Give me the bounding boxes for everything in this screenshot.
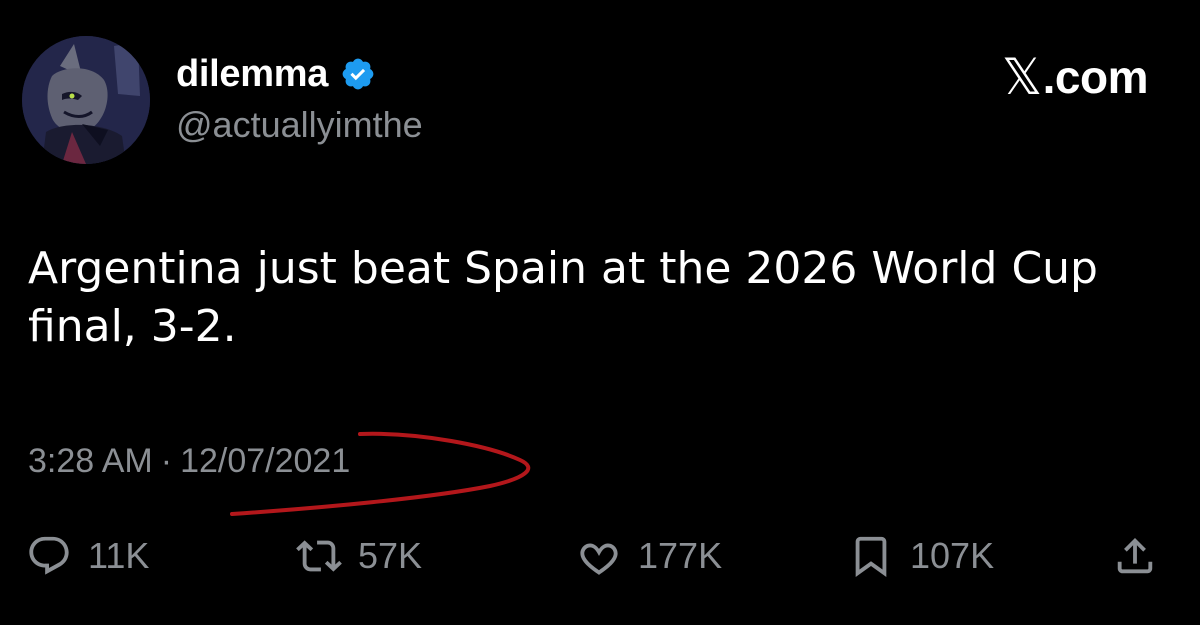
avatar-illustration <box>22 36 150 164</box>
brand-suffix: .com <box>1042 51 1149 103</box>
share-icon <box>1112 533 1158 579</box>
author-name-row[interactable]: dilemma <box>176 50 376 98</box>
bookmark-button[interactable]: 107K <box>848 524 994 588</box>
bookmark-count: 107K <box>910 535 995 576</box>
repost-button[interactable]: 57K <box>296 524 422 588</box>
tweet-text: Argentina just beat Spain at the 2026 Wo… <box>28 243 1098 352</box>
tweet-date[interactable]: 12/07/2021 <box>180 442 350 481</box>
like-button[interactable]: 177K <box>576 524 722 588</box>
avatar[interactable] <box>22 36 150 164</box>
share-button[interactable] <box>1112 524 1158 588</box>
action-bar: 11K 57K 177K 107K <box>0 524 1200 588</box>
reply-count: 11K <box>88 535 150 576</box>
verified-badge-icon <box>340 56 376 92</box>
reply-button[interactable]: 11K <box>26 524 149 588</box>
reply-icon <box>26 533 72 579</box>
repost-count: 57K <box>358 535 423 576</box>
author-handle[interactable]: @actuallyimthe <box>176 104 423 146</box>
bookmark-icon <box>848 533 894 579</box>
heart-icon <box>576 533 622 579</box>
timestamp-separator: · <box>160 442 173 480</box>
display-name[interactable]: dilemma <box>176 53 328 96</box>
tweet-timestamp[interactable]: 3:28 AM · 12/07/2021 <box>28 442 350 481</box>
tweet-card: dilemma @actuallyimthe 𝕏 .com Argentina … <box>0 0 1200 625</box>
like-count: 177K <box>638 535 723 576</box>
repost-icon <box>296 533 342 579</box>
x-com-logo: 𝕏 .com <box>1001 48 1149 106</box>
x-logo-icon: 𝕏 <box>1001 48 1042 106</box>
tweet-time[interactable]: 3:28 AM <box>28 442 153 481</box>
